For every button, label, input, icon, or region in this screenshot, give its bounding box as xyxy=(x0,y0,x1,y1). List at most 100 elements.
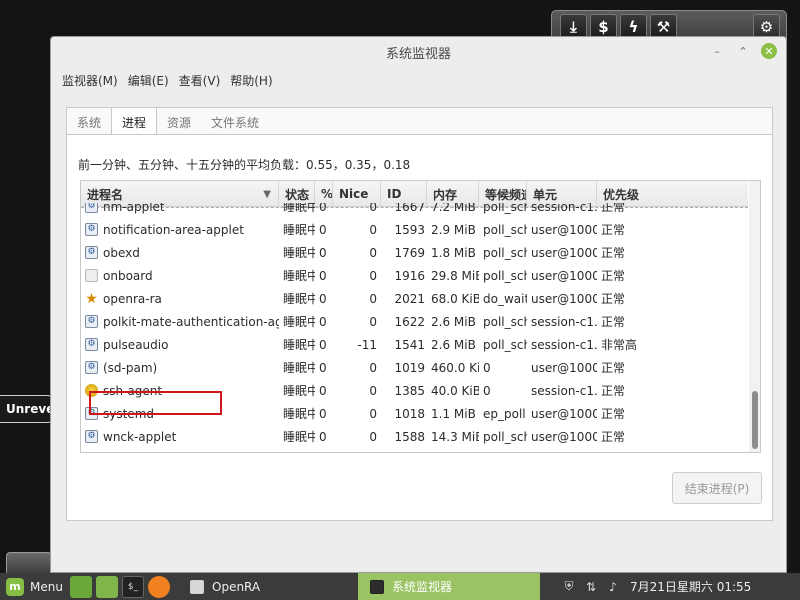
table-row[interactable]: ⚙ nm-applet 睡眠中 0 0 1667 7.2 MiB poll_schedule_… xyxy=(81,203,748,218)
row-nice: 0 xyxy=(369,429,377,444)
row-wait-channel: poll_schedule_timeout xyxy=(483,268,527,283)
row-unit: user@1000.service xyxy=(531,245,597,260)
table-body: ⚙ nm-applet 睡眠中 0 0 1667 7.2 MiB poll_schedule_… xyxy=(81,203,748,452)
row-nice: 0 xyxy=(369,245,377,260)
row-memory: 2.9 MiB xyxy=(431,222,476,237)
shield-icon[interactable]: ⛨ xyxy=(562,579,576,594)
row-nice: 0 xyxy=(369,222,377,237)
row-wait-channel: poll_schedule_timeout xyxy=(483,245,527,260)
system-monitor-window: 系统监视器 – ⌃ ✕ 监视器(M) 编辑(E) 查看(V) 帮助(H) 系统 … xyxy=(50,36,787,573)
menu-monitor[interactable]: 监视器(M) xyxy=(57,72,123,89)
row-priority: 正常 xyxy=(601,269,626,283)
row-pid: 1541 xyxy=(394,337,425,352)
row-cpu: 0 xyxy=(319,360,327,375)
volume-icon[interactable]: ♪ xyxy=(606,580,620,594)
window-controls: – ⌃ ✕ xyxy=(709,43,777,59)
scrollbar-thumb[interactable] xyxy=(752,391,758,449)
row-state: 睡眠中 xyxy=(283,246,315,260)
row-priority: 正常 xyxy=(601,203,626,214)
menu-view[interactable]: 查看(V) xyxy=(174,72,226,89)
table-row[interactable]: ⚙ notification-area-applet 睡眠中 0 0 1593 2.9 Mi… xyxy=(81,218,748,241)
process-name: obexd xyxy=(103,245,140,260)
gear-icon: ⚙ xyxy=(85,203,98,213)
row-cpu: 0 xyxy=(319,222,327,237)
tab-system[interactable]: 系统 xyxy=(67,108,111,135)
row-pid: 2021 xyxy=(394,291,425,306)
row-state: 睡眠中 xyxy=(283,203,315,214)
row-unit: user@1000.service xyxy=(531,268,597,283)
gear-icon: ⚙ xyxy=(85,223,98,236)
minimize-icon[interactable]: – xyxy=(709,43,725,59)
row-pid: 1622 xyxy=(394,314,425,329)
row-memory: 29.8 MiB xyxy=(431,268,479,283)
network-icon[interactable]: ⇅ xyxy=(584,580,598,594)
unreveal-label[interactable]: Unreveal xyxy=(0,395,52,423)
processes-panel: 前一分钟、五分钟、十五分钟的平均负载：0.55，0.35，0.18 进程名 ▼ … xyxy=(67,134,772,520)
terminal-icon[interactable]: $_ xyxy=(122,575,144,598)
row-cpu: 0 xyxy=(319,291,327,306)
row-unit: user@1000.service xyxy=(531,360,597,375)
row-cpu: 0 xyxy=(319,429,327,444)
clock[interactable]: 7月21日星期六 01:55 xyxy=(630,578,751,595)
window-titlebar[interactable]: 系统监视器 – ⌃ ✕ xyxy=(51,37,786,67)
row-unit: session-c1.scope xyxy=(531,314,597,329)
show-desktop-icon[interactable] xyxy=(70,575,92,598)
close-icon[interactable]: ✕ xyxy=(761,43,777,59)
row-unit: session-c1.scope xyxy=(531,203,597,214)
sort-descending-icon: ▼ xyxy=(263,188,271,200)
menu-label: Menu xyxy=(30,579,63,594)
menu-edit[interactable]: 编辑(E) xyxy=(123,72,174,89)
task-system-monitor-label: 系统监视器 xyxy=(392,580,453,594)
table-row[interactable]: ★ openra-ra 睡眠中 0 0 2021 68.0 KiB do_wait user@1… xyxy=(81,287,748,310)
menu-help[interactable]: 帮助(H) xyxy=(225,72,277,89)
row-pid: 1667 xyxy=(394,203,425,214)
row-state: 睡眠中 xyxy=(283,384,315,398)
openra-window-icon xyxy=(190,579,204,594)
process-name: openra-ra xyxy=(103,291,162,306)
table-row[interactable]: ⚙ pulseaudio 睡眠中 0 -11 1541 2.6 MiB poll_schedu… xyxy=(81,333,748,356)
row-nice: -11 xyxy=(357,337,377,352)
row-name: ⚙ obexd xyxy=(81,241,279,264)
row-cpu: 0 xyxy=(319,383,327,398)
tab-filesystems[interactable]: 文件系统 xyxy=(201,108,269,135)
row-name: ⚙ nm-applet xyxy=(81,203,279,218)
table-row[interactable]: ⚙ (sd-pam) 睡眠中 0 0 1019 460.0 KiB 0 user@1000.se… xyxy=(81,356,748,379)
row-memory: 2.6 MiB xyxy=(431,314,476,329)
row-priority: 正常 xyxy=(601,246,626,260)
row-wait-channel: poll_schedule_timeout xyxy=(483,314,527,329)
row-priority: 正常 xyxy=(601,361,626,375)
table-scrollbar[interactable] xyxy=(749,181,760,452)
tab-resources[interactable]: 资源 xyxy=(157,108,201,135)
row-priority: 正常 xyxy=(601,223,626,237)
row-wait-channel: poll_schedule_timeout xyxy=(483,337,527,352)
row-memory: 1.8 MiB xyxy=(431,245,476,260)
maximize-icon[interactable]: ⌃ xyxy=(735,43,751,59)
tab-processes[interactable]: 进程 xyxy=(111,107,158,134)
row-name: ★ openra-ra xyxy=(81,287,279,310)
system-tray: ⛨ ⇅ ♪ 7月21日星期六 01:55 xyxy=(562,578,751,595)
row-wait-channel: poll_schedule_timeout xyxy=(483,203,527,214)
row-unit: user@1000.service xyxy=(531,291,597,306)
row-priority: 非常高 xyxy=(601,338,638,352)
files-icon[interactable] xyxy=(96,575,118,598)
table-row[interactable]: ⚙ polkit-mate-authentication-agent-1 睡眠中 0 0… xyxy=(81,310,748,333)
firefox-icon[interactable] xyxy=(148,575,170,598)
process-name: (sd-pam) xyxy=(103,360,158,375)
menu-button[interactable]: m Menu xyxy=(0,577,68,596)
table-row[interactable]: onboard 睡眠中 0 0 1916 29.8 MiB poll_schedule_ti… xyxy=(81,264,748,287)
row-name: ⚙ (sd-pam) xyxy=(81,356,279,379)
row-unit: user@1000.service xyxy=(531,429,597,444)
row-nice: 0 xyxy=(369,360,377,375)
window-title: 系统监视器 xyxy=(385,46,451,62)
task-openra[interactable]: OpenRA xyxy=(178,573,358,600)
row-priority: 正常 xyxy=(601,384,626,398)
row-state: 睡眠中 xyxy=(283,407,315,421)
row-cpu: 0 xyxy=(319,314,327,329)
gear-icon: ⚙ xyxy=(85,361,98,374)
table-row[interactable]: ⚙ obexd 睡眠中 0 0 1769 1.8 MiB poll_schedule_time… xyxy=(81,241,748,264)
end-process-button[interactable]: 结束进程(P) xyxy=(672,472,762,504)
row-wait-channel: poll_schedule_timeout xyxy=(483,429,527,444)
table-row[interactable]: ⚙ wnck-applet 睡眠中 0 0 1588 14.3 MiB poll_schedu… xyxy=(81,425,748,448)
row-memory: 14.3 MiB xyxy=(431,429,479,444)
task-system-monitor[interactable]: 系统监视器 xyxy=(358,573,540,600)
